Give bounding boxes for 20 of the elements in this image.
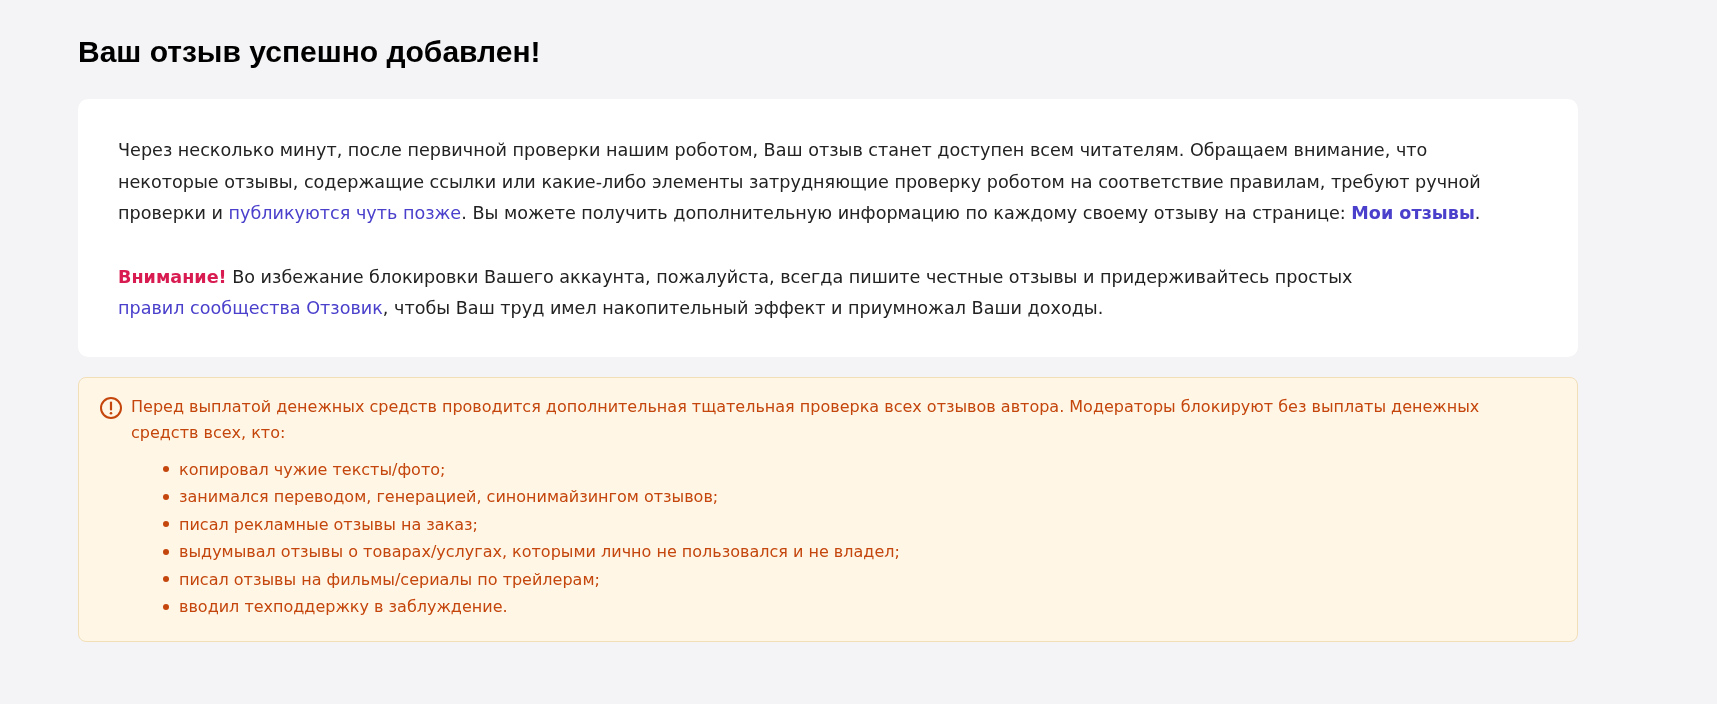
text-link[interactable]: правил сообщества Отзовик	[118, 298, 383, 318]
message-paragraph: Внимание! Во избежание блокировки Вашего аккаунта, пожалуйста, всегда пишите честные отзывы и придерживайтесь простых правил сообщества Отзовик, чтобы Ваш труд имел накопительный эффект и приумножал Ваши доходы.	[118, 265, 1354, 320]
list-item-text: писал рекламные отзывы на заказ;	[179, 513, 478, 536]
text-link[interactable]: публикуются чуть позже	[228, 203, 462, 223]
list-item-text: копировал чужие тексты/фото;	[179, 458, 446, 481]
exclamation-circle-icon	[99, 395, 123, 420]
bullet-icon	[163, 576, 169, 583]
bullet-icon	[163, 548, 169, 555]
notice-text: Перед выплатой денежных средств проводится дополнительная тщательная проверка всех отзывов автора. Модераторы блокируют без выплаты денежных средств всех, кто:	[131, 395, 1481, 444]
bullet-icon	[163, 493, 169, 500]
list-item-text: вводил техподдержку в заблуждение.	[179, 596, 508, 618]
list-item-text: выдумывал отзывы о товарах/услугах, которыми лично не пользовался и не владел;	[179, 541, 900, 563]
list-item-text: писал отзывы на фильмы/сериалы по трейлерам;	[179, 568, 600, 591]
message-paragraph: Через несколько минут, после первичной проверки нашим роботом, Ваш отзыв станет доступен всем читателям. Обращаем внимание, что некоторые отзывы, содержащие ссылки или какие-либо элементы затрудняющие проверку роботом на соответствие правилам, требуют ручной проверки и публикуются чуть позже. Вы можете получить дополнительную информацию по каждому своему отзыву на странице: Мои отзывы.	[118, 139, 1482, 225]
text-link[interactable]: Мои отзывы	[1351, 203, 1475, 223]
bullet-icon	[163, 521, 169, 528]
list-item-text: занимался переводом, генерацией, синонимайзингом отзывов;	[179, 486, 719, 508]
bullet-icon	[163, 603, 169, 610]
page-title: Ваш отзыв успешно добавлен!	[78, 35, 542, 69]
bullet-icon	[163, 466, 169, 473]
